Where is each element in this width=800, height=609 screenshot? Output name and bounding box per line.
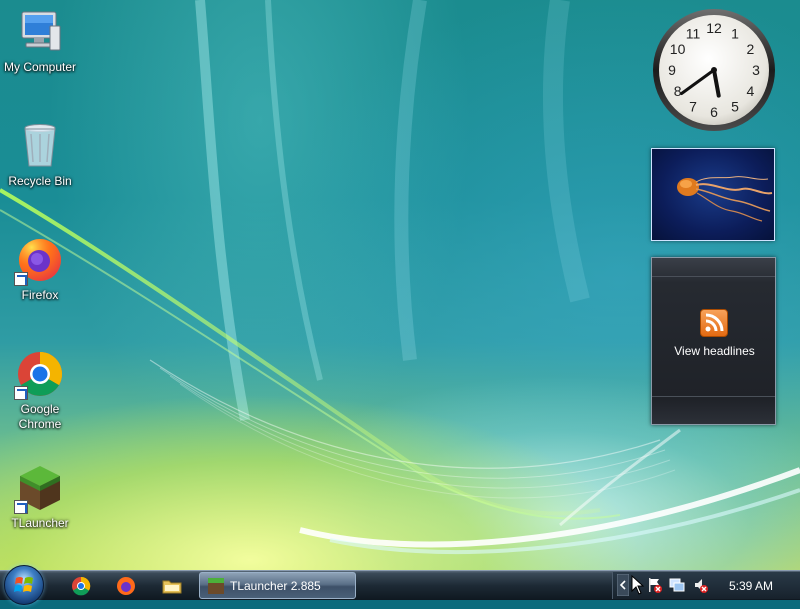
clock-numeral: 12 — [706, 20, 722, 36]
computer-icon — [16, 8, 64, 56]
shortcut-arrow-icon — [14, 386, 28, 400]
rss-feed-icon — [700, 309, 728, 337]
quick-launch-firefox[interactable] — [116, 576, 136, 596]
volume-icon[interactable] — [693, 577, 709, 593]
quick-launch-explorer[interactable] — [162, 576, 182, 596]
slideshow-gadget[interactable] — [651, 148, 775, 241]
taskbar-button-tlauncher[interactable]: TLauncher 2.885 — [199, 572, 356, 599]
taskbar-button-label: TLauncher 2.885 — [230, 579, 321, 593]
jellyfish-photo — [677, 176, 773, 222]
desktop-icon-label: Firefox — [21, 288, 59, 302]
gadget-divider — [652, 276, 775, 277]
desktop-icon-firefox[interactable]: Firefox — [0, 236, 80, 303]
desktop-icon-my-computer[interactable]: My Computer — [0, 8, 80, 75]
clock-gadget[interactable]: 12 1 2 3 4 5 6 7 8 9 10 11 — [650, 6, 778, 134]
view-headlines-link[interactable]: View headlines — [652, 344, 777, 358]
windows-orb-icon — [14, 577, 33, 592]
clock-numeral: 4 — [747, 83, 755, 99]
clock-numeral: 11 — [686, 26, 701, 42]
desktop-icon-google-chrome[interactable]: Google Chrome — [0, 350, 80, 432]
desktop-icon-label: My Computer — [3, 60, 77, 74]
chrome-icon — [14, 350, 64, 400]
network-icon[interactable] — [669, 577, 685, 593]
show-hidden-icons-icon[interactable] — [616, 573, 630, 597]
cursor-icon — [631, 574, 647, 595]
start-button[interactable] — [4, 565, 44, 605]
firefox-icon — [14, 236, 64, 286]
desktop-icon-tlauncher[interactable]: TLauncher — [0, 464, 80, 531]
shortcut-arrow-icon — [14, 500, 28, 514]
clock-numeral: 1 — [731, 26, 739, 42]
quick-launch-chrome[interactable] — [71, 576, 91, 596]
tlauncher-icon — [14, 464, 64, 514]
clock-numeral: 6 — [710, 104, 718, 120]
analog-clock-face: 12 12 3 45678 9 1011 — [653, 9, 775, 131]
flag-icon[interactable] — [647, 577, 663, 593]
clock-numeral: 2 — [747, 41, 755, 57]
clock-numeral: 10 — [670, 41, 686, 57]
clock-numeral: 7 — [689, 98, 697, 114]
chrome-icon — [72, 576, 91, 596]
gadget-divider — [652, 396, 775, 397]
tlauncher-icon — [208, 578, 224, 594]
clock-numeral: 5 — [731, 98, 739, 114]
clock-numeral: 9 — [668, 62, 676, 78]
desktop-icon-recycle-bin[interactable]: Recycle Bin — [0, 122, 80, 189]
taskbar: TLauncher 2.885 5:39 AM — [0, 565, 800, 605]
folder-icon — [162, 580, 182, 594]
desktop-icon-label: Google Chrome — [18, 402, 62, 431]
taskbar-clock[interactable]: 5:39 AM — [729, 579, 773, 593]
recycle-bin-icon — [16, 122, 64, 170]
clock-numeral: 8 — [674, 83, 682, 99]
feed-headlines-gadget[interactable]: View headlines — [651, 257, 776, 425]
notification-area: 5:39 AM — [612, 572, 800, 599]
desktop-icon-label: Recycle Bin — [8, 174, 72, 188]
firefox-icon — [117, 577, 135, 595]
desktop-icon-label: TLauncher — [11, 516, 69, 530]
shortcut-arrow-icon — [14, 272, 28, 286]
clock-numeral: 3 — [752, 62, 760, 78]
